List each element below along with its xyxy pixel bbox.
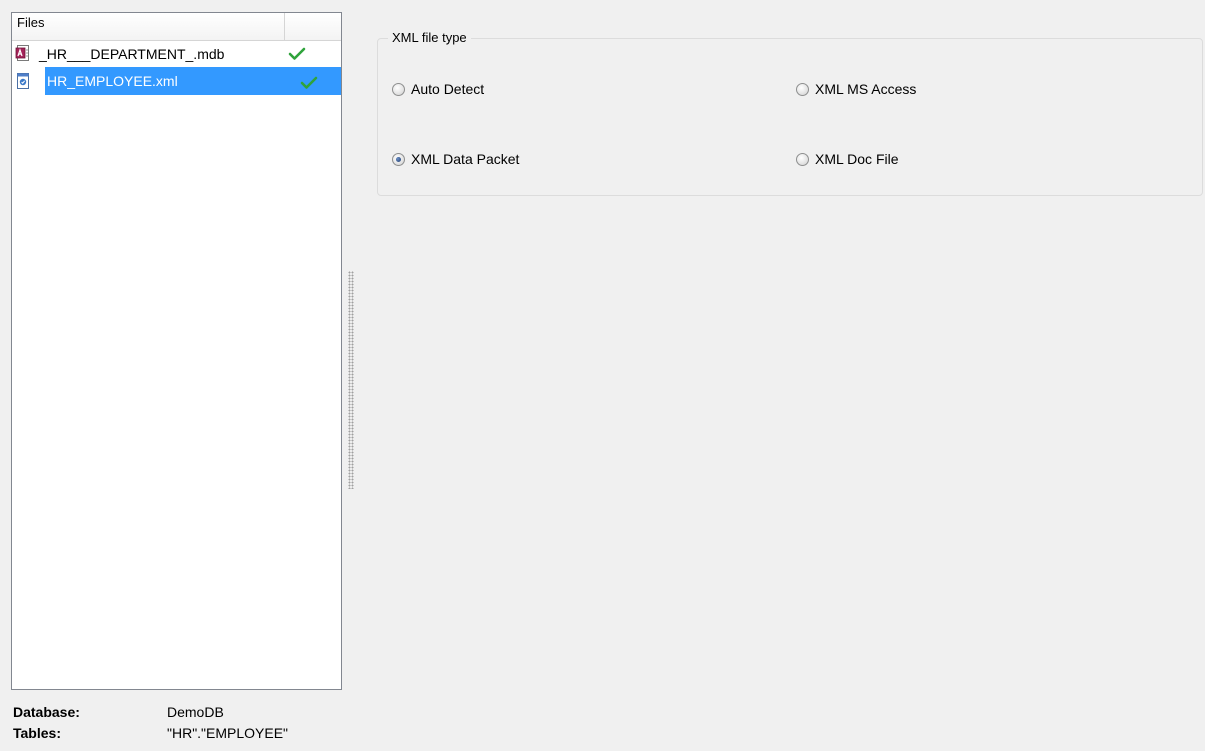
xml-file-icon	[15, 73, 31, 89]
radio-label: Auto Detect	[411, 81, 485, 97]
radio-auto-detect[interactable]: Auto Detect	[392, 80, 484, 98]
checkmark-icon	[288, 47, 306, 61]
column-divider[interactable]	[284, 13, 285, 40]
group-title: XML file type	[388, 29, 471, 47]
file-row-employee-xml[interactable]: HR_EMPLOYEE.xml	[12, 67, 341, 97]
radio-label: XML Data Packet	[411, 151, 520, 167]
database-value: DemoDB	[167, 704, 224, 720]
radio-circle-icon[interactable]	[392, 82, 405, 96]
tables-label: Tables:	[13, 725, 61, 741]
radio-circle-icon[interactable]	[392, 152, 405, 166]
radio-label: XML Doc File	[815, 151, 899, 167]
file-row-department-mdb[interactable]: _HR___DEPARTMENT_.mdb	[12, 41, 341, 69]
xml-file-type-group: XML file type Auto Detect XML MS Access …	[377, 29, 1203, 196]
files-column-header[interactable]: Files	[12, 13, 341, 41]
radio-xml-doc-file[interactable]: XML Doc File	[796, 150, 899, 168]
radio-xml-data-packet[interactable]: XML Data Packet	[392, 150, 519, 168]
files-list[interactable]: Files _HR___DEPARTMENT_.mdb HR_EMPLOYEE.…	[11, 12, 342, 690]
tables-value: "HR"."EMPLOYEE"	[167, 725, 289, 741]
radio-label: XML MS Access	[815, 81, 917, 97]
file-name: _HR___DEPARTMENT_.mdb	[39, 46, 225, 62]
radio-circle-icon[interactable]	[796, 82, 809, 96]
radio-xml-ms-access[interactable]: XML MS Access	[796, 80, 916, 98]
files-header-label: Files	[17, 15, 45, 30]
radio-circle-icon[interactable]	[796, 152, 809, 166]
file-name: HR_EMPLOYEE.xml	[45, 67, 341, 95]
database-label: Database:	[13, 704, 80, 720]
checkmark-icon	[300, 76, 318, 90]
splitter-handle[interactable]	[348, 271, 354, 489]
mdb-file-icon	[15, 45, 31, 61]
